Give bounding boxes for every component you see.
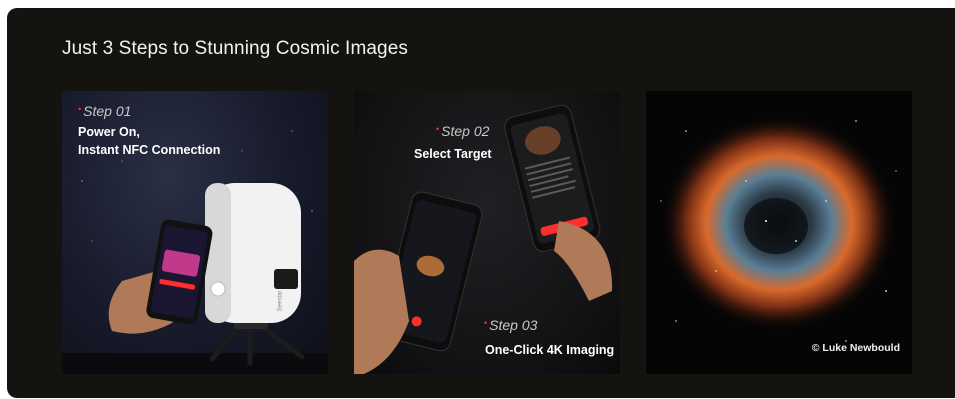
red-dot-icon: •	[78, 104, 82, 114]
step-card-select-target: • Step 02 Select Target • Step 03 One-Clic…	[354, 91, 620, 374]
step-card-power-on: • Step 01 Power On, Instant NFC Connectio…	[62, 91, 328, 374]
step-01-description: Power On, Instant NFC Connection	[78, 125, 221, 157]
red-dot-icon: •	[484, 318, 488, 328]
nebula-image-card: © Luke Newbould	[646, 91, 912, 374]
step-02-label: • Step 02	[436, 123, 490, 139]
step-03-description: One-Click 4K Imaging	[485, 343, 615, 357]
step-02-description: Select Target	[414, 147, 492, 161]
red-dot-icon: •	[436, 124, 440, 134]
step-03-label: • Step 03	[484, 317, 538, 333]
step-01-label: • Step 01	[78, 103, 132, 119]
photo-credit: © Luke Newbould	[811, 342, 900, 354]
device-brand-label: Seestar	[277, 290, 284, 312]
feature-panel: Just 3 Steps to Stunning Cosmic Images •…	[7, 8, 955, 398]
rosette-nebula-image	[646, 91, 912, 374]
section-title: Just 3 Steps to Stunning Cosmic Images	[62, 38, 408, 59]
